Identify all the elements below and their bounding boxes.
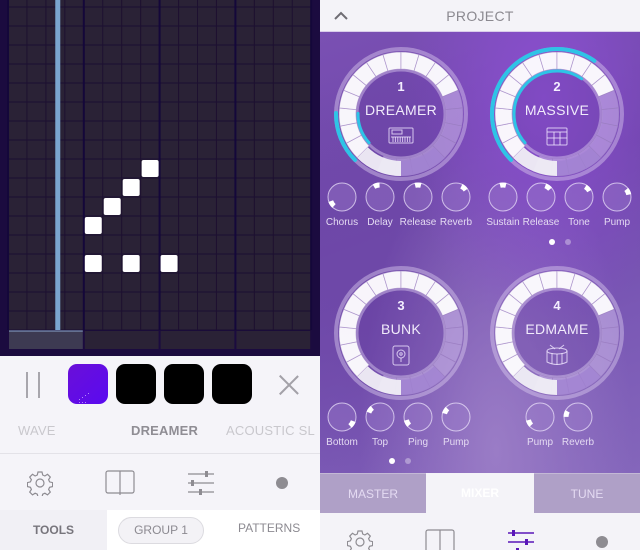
knob-pump[interactable]	[602, 182, 632, 212]
page-indicator-dot[interactable]	[565, 239, 571, 245]
bar-segment[interactable]	[236, 331, 311, 349]
knob-release[interactable]	[403, 182, 433, 212]
instrument-acoustic[interactable]: ACOUSTIC SL	[226, 423, 315, 438]
knob-ping[interactable]	[403, 402, 433, 432]
dial-number: 2	[553, 79, 561, 94]
sliders-icon[interactable]	[507, 529, 535, 550]
divider	[0, 453, 320, 454]
knob-body[interactable]	[403, 402, 433, 432]
sequencer-panel: WAVE DREAMER ACOUSTIC SL TOOLS GROUP 1 P…	[0, 0, 320, 550]
record-dot-icon[interactable]	[276, 477, 288, 489]
bar-segment[interactable]	[84, 331, 159, 349]
right-toolbar	[320, 513, 640, 550]
knob-label: Pump	[603, 217, 631, 228]
knob-top[interactable]	[365, 402, 395, 432]
tab-patterns[interactable]: PATTERNS	[238, 521, 300, 535]
knob-body[interactable]	[365, 182, 395, 212]
instrument-dreamer[interactable]: DREAMER	[131, 423, 198, 438]
knob-body[interactable]	[563, 402, 593, 432]
knob-indicator	[414, 182, 422, 188]
dial-instrument-name[interactable]: MASSIVE	[497, 102, 617, 118]
gear-icon[interactable]	[347, 529, 373, 550]
page-indicator-dot[interactable]	[549, 239, 555, 245]
tab-master[interactable]: MASTER	[320, 473, 426, 513]
knob-delay[interactable]	[365, 182, 395, 212]
knob-body[interactable]	[441, 402, 471, 432]
note-cell[interactable]	[84, 217, 102, 234]
tab-mixer[interactable]: MIXER	[426, 473, 534, 513]
book-icon[interactable]	[105, 470, 135, 496]
knob-indicator	[499, 182, 507, 188]
dial-instrument-name[interactable]: DREAMER	[341, 102, 461, 118]
pause-icon-bar-left	[26, 372, 28, 398]
step-sequencer-grid[interactable]	[0, 0, 320, 356]
close-icon[interactable]	[278, 374, 300, 396]
pattern-slot-2[interactable]	[116, 364, 156, 404]
knob-sustain[interactable]	[488, 182, 518, 212]
page-indicator-dot[interactable]	[405, 458, 411, 464]
pause-icon-bar-right	[38, 372, 40, 398]
dial-instrument-name[interactable]: BUNK	[341, 321, 461, 337]
gear-icon[interactable]	[27, 470, 53, 496]
knob-reverb[interactable]	[563, 402, 593, 432]
knob-pump[interactable]	[525, 402, 555, 432]
grid-canvas[interactable]	[0, 0, 320, 356]
dial-number: 1	[397, 79, 405, 94]
sliders-icon[interactable]	[187, 470, 215, 496]
instrument-wave[interactable]: WAVE	[18, 423, 56, 438]
pattern-preview-icon	[79, 393, 89, 403]
knob-reverb[interactable]	[441, 182, 471, 212]
note-cell[interactable]	[160, 255, 178, 272]
knob-tone[interactable]	[564, 182, 594, 212]
knob-chorus[interactable]	[327, 182, 357, 212]
note-cell[interactable]	[122, 179, 140, 196]
playhead[interactable]	[55, 0, 61, 330]
pattern-slot-1[interactable]	[68, 364, 108, 404]
knob-release[interactable]	[526, 182, 556, 212]
note-cell[interactable]	[122, 255, 140, 272]
mixer-tab-bar: MASTER MIXER TUNE	[320, 473, 640, 513]
knob-label: Pump	[442, 437, 470, 448]
dial-instrument-name[interactable]: EDMAME	[497, 321, 617, 337]
tab-tools[interactable]: TOOLS	[0, 510, 107, 550]
project-panel: PROJECT 1 DREAMER Chorus Delay Release Reverb…	[320, 0, 640, 550]
note-cell[interactable]	[103, 198, 121, 215]
tab-tune[interactable]: TUNE	[534, 473, 640, 513]
knob-bottom[interactable]	[327, 402, 357, 432]
book-icon[interactable]	[425, 529, 455, 550]
app-root: WAVE DREAMER ACOUSTIC SL TOOLS GROUP 1 P…	[0, 0, 640, 550]
tab-group-1[interactable]: GROUP 1	[118, 517, 204, 544]
knob-pump[interactable]	[441, 402, 471, 432]
record-dot-icon[interactable]	[596, 536, 608, 548]
bar-segment[interactable]	[160, 331, 235, 349]
pattern-slot-3[interactable]	[164, 364, 204, 404]
page-indicator-dot[interactable]	[389, 458, 395, 464]
note-cell[interactable]	[84, 255, 102, 272]
knob-body[interactable]	[602, 182, 632, 212]
bar-segment-active[interactable]	[9, 331, 83, 349]
knob-label: Reverb	[439, 217, 473, 228]
dial-number: 4	[553, 298, 561, 313]
pause-button[interactable]	[24, 372, 42, 398]
pattern-bar	[0, 356, 320, 414]
knob-body[interactable]	[525, 402, 555, 432]
pattern-slot-4[interactable]	[212, 364, 252, 404]
note-cell[interactable]	[141, 160, 159, 177]
dial-number: 3	[397, 298, 405, 313]
knob-label: Reverb	[561, 437, 595, 448]
